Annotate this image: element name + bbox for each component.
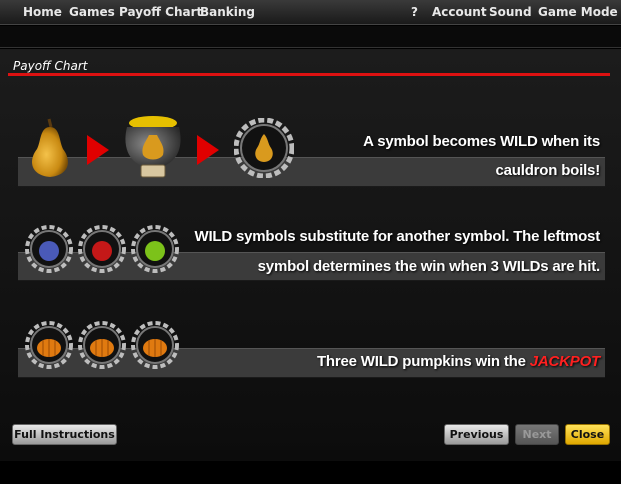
panel-title: Payoff Chart <box>13 59 88 73</box>
nav-account[interactable]: Account <box>432 5 487 19</box>
close-button[interactable]: Close <box>565 424 610 445</box>
nav-home[interactable]: Home <box>23 5 62 19</box>
row-2-line-2: symbol determines the win when 3 WILDs a… <box>257 258 601 275</box>
arrow-right-icon <box>197 135 219 165</box>
title-divider <box>8 73 610 76</box>
wild-plum-icon <box>25 225 73 273</box>
arrow-right-icon <box>87 135 109 165</box>
row-3-line-1: Three WILD pumpkins win the JACKPOT <box>317 353 600 370</box>
cauldron-pear-icon <box>121 113 185 179</box>
nav-help[interactable]: ? <box>411 5 418 19</box>
wild-lime-icon <box>131 225 179 273</box>
row-2-line-1: WILD symbols substitute for another symb… <box>194 228 600 245</box>
nav-sound[interactable]: Sound <box>489 5 532 19</box>
wild-pumpkin-icon <box>25 321 73 369</box>
top-nav: Home Games Payoff Chart Banking ? Accoun… <box>0 0 621 25</box>
nav-games[interactable]: Games <box>69 5 115 19</box>
nav-game-mode[interactable]: Game Mode <box>538 5 618 19</box>
pear-icon <box>25 115 75 179</box>
wild-pumpkin-icon <box>78 321 126 369</box>
row-3-text: Three WILD pumpkins win the <box>316 353 530 370</box>
next-button: Next <box>515 424 559 445</box>
wild-apple-icon <box>78 225 126 273</box>
wild-pear-icon <box>234 118 294 178</box>
row-1-line-2: cauldron boils! <box>495 162 600 179</box>
header-band <box>0 26 621 48</box>
jackpot-label: JACKPOT <box>529 353 600 370</box>
nav-banking[interactable]: Banking <box>200 5 255 19</box>
row-1-line-1: A symbol becomes WILD when its <box>363 133 600 150</box>
full-instructions-button[interactable]: Full Instructions <box>12 424 117 445</box>
nav-payoff-chart[interactable]: Payoff Chart <box>119 5 202 19</box>
wild-pumpkin-icon <box>131 321 179 369</box>
footer <box>0 461 621 484</box>
payoff-panel: Payoff Chart A symbol becomes WILD when … <box>0 49 621 461</box>
previous-button[interactable]: Previous <box>444 424 509 445</box>
